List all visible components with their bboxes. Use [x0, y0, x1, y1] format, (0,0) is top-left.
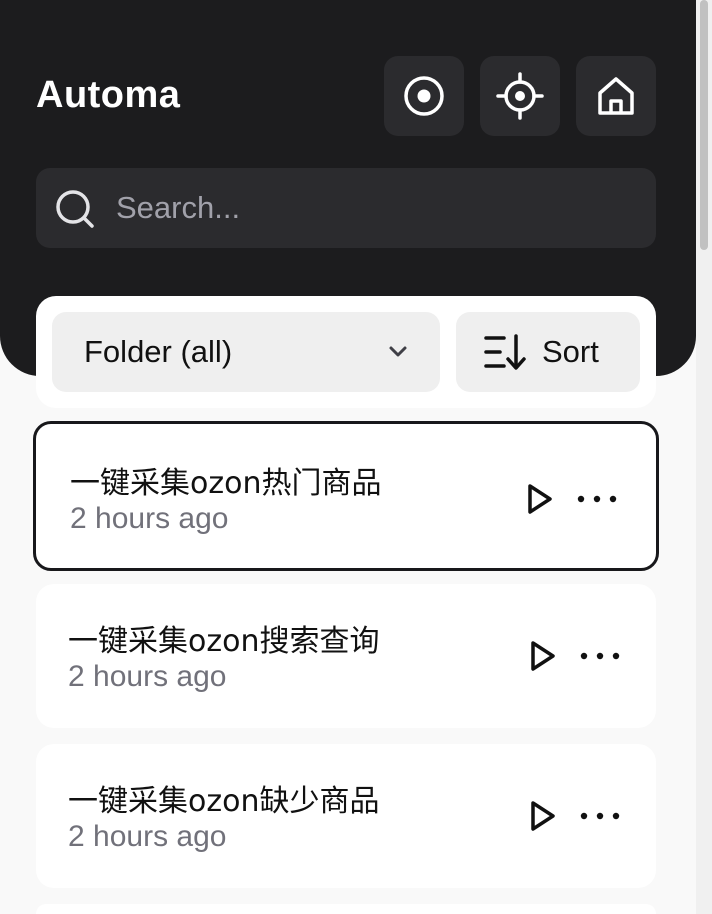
workflow-card[interactable]: 一键采集ozon搜索查询 2 hours ago [36, 584, 656, 728]
search-input[interactable] [116, 168, 636, 248]
workflow-card-partial[interactable] [36, 904, 656, 914]
folder-select[interactable]: Folder (all) [52, 312, 440, 392]
workflow-card[interactable]: 一键采集ozon缺少商品 2 hours ago [36, 744, 656, 888]
sort-button[interactable]: Sort [456, 312, 640, 392]
workflow-name: 一键采集ozon热门商品 [70, 466, 382, 501]
sort-button-label: Sort [542, 334, 599, 369]
workflow-name: 一键采集ozon搜索查询 [68, 624, 380, 659]
workflow-time: 2 hours ago [68, 820, 227, 853]
more-options-icon[interactable] [577, 495, 617, 503]
play-icon[interactable] [530, 640, 556, 672]
play-icon[interactable] [527, 483, 553, 515]
scrollbar-thumb[interactable] [700, 0, 708, 250]
element-selector-button[interactable] [480, 56, 560, 136]
more-options-icon[interactable] [580, 812, 620, 820]
crosshair-icon [496, 72, 544, 120]
workflow-card[interactable]: 一键采集ozon热门商品 2 hours ago [33, 421, 659, 571]
workflow-name: 一键采集ozon缺少商品 [68, 784, 380, 819]
app-title: Automa [36, 74, 181, 116]
workflow-time: 2 hours ago [68, 660, 227, 693]
record-icon [404, 76, 444, 116]
record-button[interactable] [384, 56, 464, 136]
sort-icon [484, 334, 526, 370]
filter-bar: Folder (all) Sort [36, 296, 656, 408]
home-icon [598, 77, 634, 115]
scrollbar[interactable] [696, 0, 712, 914]
home-button[interactable] [576, 56, 656, 136]
chevron-down-icon [389, 346, 407, 357]
workflow-time: 2 hours ago [70, 502, 229, 535]
folder-select-label: Folder (all) [84, 334, 233, 369]
search-box [36, 168, 656, 248]
search-icon [56, 190, 94, 228]
more-options-icon[interactable] [580, 652, 620, 660]
play-icon[interactable] [530, 800, 556, 832]
